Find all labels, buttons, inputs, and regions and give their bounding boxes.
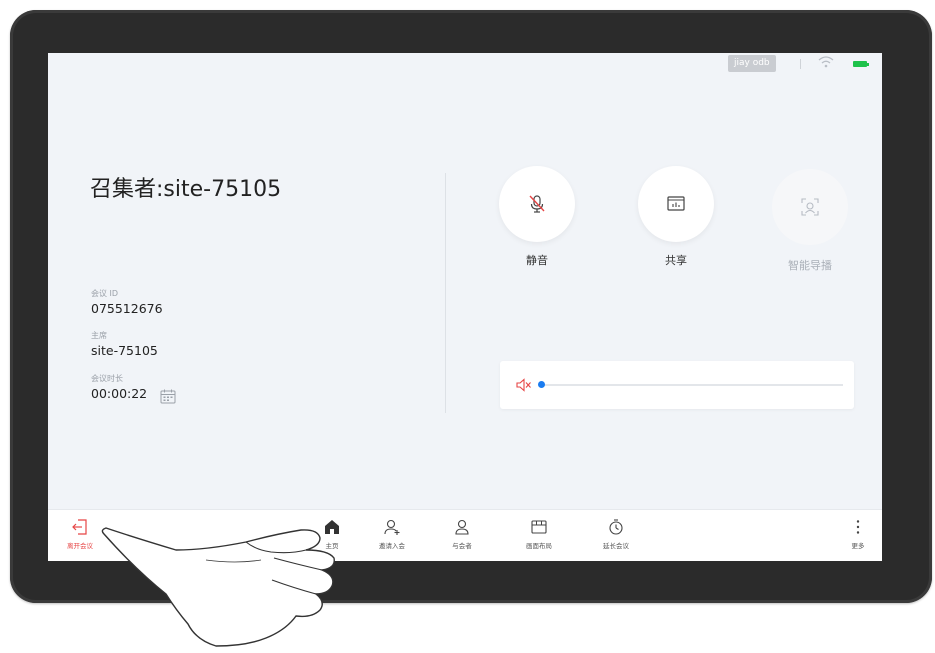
- extend-meeting-label: 延长会议: [603, 542, 629, 550]
- mute-button[interactable]: [499, 166, 575, 242]
- speaker-muted-icon[interactable]: [516, 378, 532, 392]
- layout-icon: [531, 520, 547, 534]
- status-divider: [800, 59, 801, 69]
- participants-button[interactable]: 与会者: [432, 518, 492, 550]
- share-label: 共享: [665, 254, 687, 267]
- duration-value: 00:00:22: [91, 386, 148, 401]
- layout-label: 画面布局: [526, 542, 552, 550]
- share-screen-icon: [667, 196, 685, 211]
- smart-director-label: 智能导播: [788, 259, 832, 272]
- panel-divider: [445, 173, 446, 413]
- exit-icon: [72, 519, 87, 535]
- meeting-id-value: 075512676: [91, 301, 163, 316]
- mute-label: 静音: [526, 254, 548, 267]
- meeting-title: 召集者:site-75105: [90, 177, 282, 202]
- share-button[interactable]: [638, 166, 714, 242]
- timer-icon: [609, 519, 623, 535]
- extend-meeting-button[interactable]: 延长会议: [586, 518, 646, 550]
- mic-muted-icon: [529, 195, 545, 213]
- smart-director-icon: [801, 198, 819, 216]
- host-label: 主席: [91, 331, 107, 340]
- duration-label: 会议时长: [91, 374, 123, 383]
- volume-slider-handle[interactable]: [538, 381, 545, 388]
- more-vertical-icon: [856, 520, 860, 534]
- add-user-icon: [384, 519, 400, 535]
- smart-director-button[interactable]: [772, 169, 848, 245]
- volume-panel: [500, 361, 854, 409]
- calendar-icon[interactable]: [160, 389, 176, 404]
- meeting-id-label: 会议 ID: [91, 289, 119, 298]
- more-button[interactable]: 更多: [828, 518, 882, 550]
- participants-label: 与会者: [452, 542, 472, 550]
- participants-icon: [455, 519, 469, 535]
- battery-icon: [853, 61, 869, 67]
- pointing-hand-illustration: [101, 527, 335, 647]
- meeting-screen: jiay odb 召集者:site-75105 会议 ID 075512676 …: [48, 53, 882, 561]
- host-value: site-75105: [91, 343, 158, 358]
- volume-slider-track[interactable]: [540, 384, 843, 386]
- wifi-icon: [818, 56, 834, 68]
- layout-button[interactable]: 画面布局: [509, 518, 569, 550]
- status-user-badge: jiay odb: [728, 55, 776, 72]
- more-label: 更多: [851, 542, 865, 550]
